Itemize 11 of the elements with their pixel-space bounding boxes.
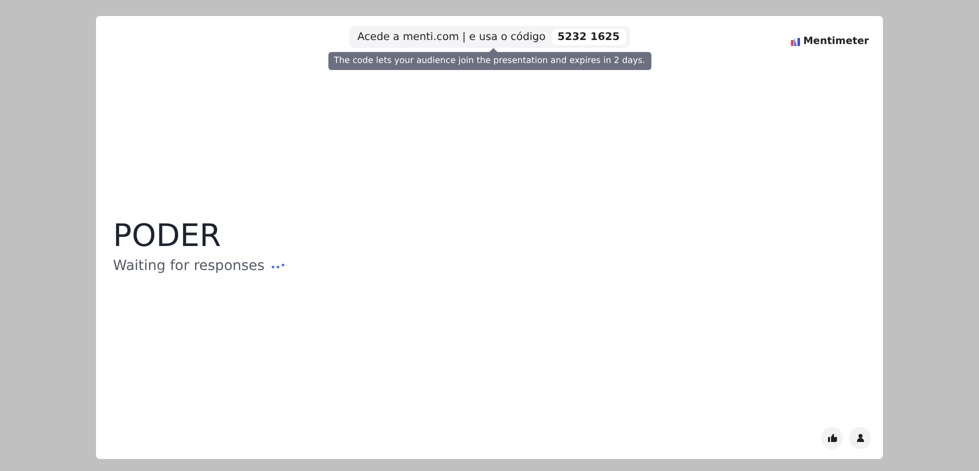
person-icon [856, 434, 864, 442]
join-code: 5232 1625 [552, 29, 626, 45]
reaction-button[interactable] [821, 427, 843, 449]
logo-icon [791, 38, 800, 46]
audience-button[interactable] [849, 427, 871, 449]
loading-dots-icon [270, 262, 285, 269]
join-instruction: Acede a menti.com | e usa o código [357, 31, 546, 43]
thumbs-up-icon [828, 434, 836, 442]
slide-title: PODER [113, 219, 222, 254]
brand-name: Mentimeter [803, 36, 869, 47]
status-text: Waiting for responses [113, 258, 265, 274]
